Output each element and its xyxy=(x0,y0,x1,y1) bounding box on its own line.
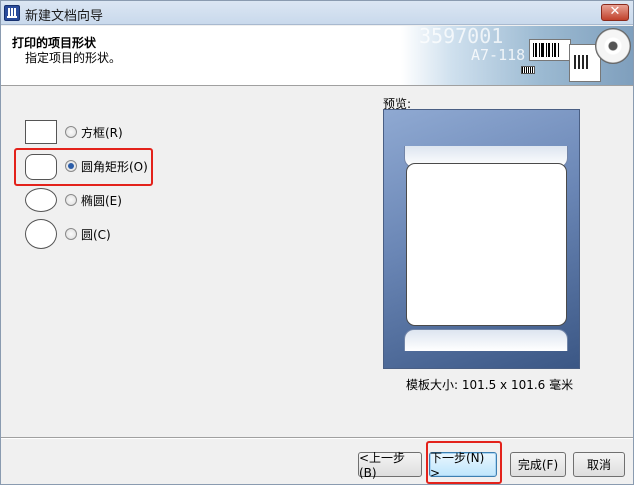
back-button[interactable]: <上一步(B) xyxy=(358,451,422,480)
banner-code: A7-118 xyxy=(471,46,526,64)
template-size-text: 模板大小: 101.5 x 101.6 毫米 xyxy=(406,378,574,392)
shape-option-circle[interactable]: 圆(C) xyxy=(65,226,111,242)
circle-shape-thumbnail xyxy=(25,219,57,249)
ellipse-shape-thumbnail xyxy=(25,188,57,212)
app-icon xyxy=(4,5,20,21)
close-button[interactable]: ✕ xyxy=(601,4,629,21)
shape-label-rect: 方框(R) xyxy=(81,125,123,140)
finish-button[interactable]: 完成(F) xyxy=(510,452,566,477)
title-bar: 新建文档向导 ✕ xyxy=(1,1,633,25)
header-banner-image: 3597001 A7-118 xyxy=(401,26,633,85)
selection-highlight-box xyxy=(14,148,153,186)
wizard-header: 打印的项目形状 指定项目的形状。 3597001 A7-118 xyxy=(1,26,633,86)
label-roll-bottom xyxy=(404,329,568,351)
cancel-button[interactable]: 取消 xyxy=(573,452,625,477)
shape-option-rect[interactable]: 方框(R) xyxy=(65,124,123,140)
shape-label-circle: 圆(C) xyxy=(81,227,111,242)
radio-rect[interactable] xyxy=(65,126,77,138)
label-shape-preview xyxy=(406,163,567,326)
banner-number: 3597001 xyxy=(419,26,504,48)
wizard-window: 新建文档向导 ✕ 打印的项目形状 指定项目的形状。 3597001 A7-118… xyxy=(0,0,634,485)
radio-circle[interactable] xyxy=(65,228,77,240)
barcode-card-icon xyxy=(529,39,571,61)
radio-ellipse[interactable] xyxy=(65,194,77,206)
small-barcode-icon xyxy=(521,66,535,74)
footer-divider xyxy=(1,437,633,439)
preview-panel xyxy=(383,109,580,369)
shape-label-ellipse: 椭圆(E) xyxy=(81,193,122,208)
rect-shape-thumbnail xyxy=(25,120,57,144)
shape-option-ellipse[interactable]: 椭圆(E) xyxy=(65,192,122,208)
window-title: 新建文档向导 xyxy=(25,9,104,24)
disc-icon xyxy=(595,28,631,64)
page-subtitle: 指定项目的形状。 xyxy=(25,51,122,65)
next-highlight-box xyxy=(426,441,502,484)
